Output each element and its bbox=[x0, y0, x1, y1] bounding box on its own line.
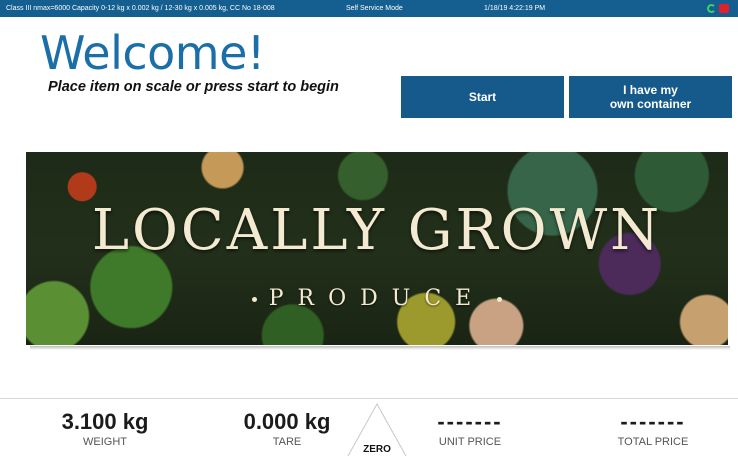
bullet-dot bbox=[251, 296, 257, 302]
bullet-dot bbox=[497, 296, 503, 302]
banner-title: LOCALLY GROWN bbox=[91, 198, 663, 263]
status-bar: Class III nmax=6000 Capacity 0-12 kg x 0… bbox=[0, 0, 738, 17]
welcome-title: Welcome! bbox=[40, 26, 265, 80]
total-price-label: TOTAL PRICE bbox=[617, 436, 689, 448]
start-button-label: Start bbox=[468, 90, 497, 104]
tare-label: TARE bbox=[272, 436, 302, 448]
unit-price-label: UNIT PRICE bbox=[438, 436, 502, 448]
total-price-readout: ------- TOTAL PRICE bbox=[588, 409, 718, 449]
alert-icon bbox=[719, 4, 729, 13]
banner-subtitle: PRODUCE bbox=[268, 286, 486, 311]
welcome-instructions: Place item on scale or press start to be… bbox=[48, 79, 339, 95]
readout-divider bbox=[0, 398, 738, 399]
unit-price-value: ------- bbox=[437, 409, 503, 434]
refresh-icon[interactable] bbox=[707, 4, 716, 13]
banner-shadow bbox=[30, 346, 730, 350]
total-price-value: ------- bbox=[620, 409, 686, 434]
datetime-display: 1/18/19 4:22:19 PM bbox=[484, 5, 546, 12]
weight-value: 3.100 kg bbox=[61, 409, 149, 434]
tare-value: 0.000 kg bbox=[243, 409, 331, 434]
weight-readout: 3.100 kg WEIGHT bbox=[40, 409, 170, 449]
weight-label: WEIGHT bbox=[83, 436, 127, 448]
own-container-button[interactable]: I have my own container bbox=[569, 76, 732, 118]
tare-readout: 0.000 kg TARE bbox=[222, 409, 352, 449]
legal-metrology-text: Class III nmax=6000 Capacity 0-12 kg x 0… bbox=[6, 5, 275, 12]
promo-banner: LOCALLY GROWN PRODUCE bbox=[26, 152, 728, 345]
own-container-label-line1: I have my bbox=[623, 83, 678, 97]
unit-price-readout: ------- UNIT PRICE bbox=[405, 409, 535, 449]
zero-button-label: ZERO bbox=[363, 444, 391, 455]
start-button[interactable]: Start bbox=[401, 76, 564, 118]
own-container-label-line2: own container bbox=[609, 97, 692, 111]
banner-subtitle-row: PRODUCE bbox=[26, 286, 728, 311]
mode-indicator: Self Service Mode bbox=[346, 5, 403, 12]
zero-button[interactable]: ZERO bbox=[347, 403, 407, 456]
scale-screen: Class III nmax=6000 Capacity 0-12 kg x 0… bbox=[0, 0, 738, 456]
